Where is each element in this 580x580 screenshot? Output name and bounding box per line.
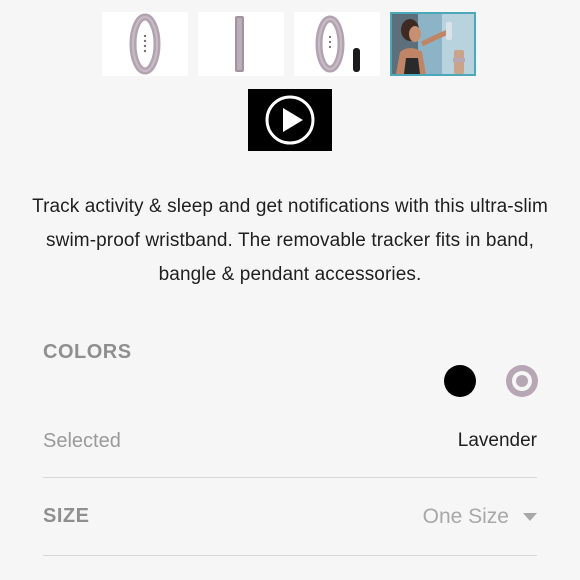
chevron-down-icon <box>523 513 537 521</box>
band-front-image <box>129 13 161 75</box>
band-with-tracker-thumbnail[interactable] <box>294 12 380 76</box>
size-heading: SIZE <box>43 505 90 527</box>
play-video-button[interactable] <box>248 89 332 151</box>
play-icon <box>265 95 315 145</box>
colors-heading: COLORS <box>43 341 132 363</box>
color-swatch-black[interactable] <box>444 365 476 397</box>
size-dropdown-value: One Size <box>422 505 509 528</box>
product-details-page: Track activity & sleep and get notificat… <box>0 0 580 580</box>
color-swatch-lavender[interactable] <box>506 365 538 397</box>
thumbnail-gallery <box>102 12 476 76</box>
band-with-tracker-image <box>315 15 360 73</box>
product-description: Track activity & sleep and get notificat… <box>32 196 548 285</box>
divider <box>43 477 537 478</box>
lifestyle-photo-image <box>392 14 474 74</box>
band-side-image <box>235 16 244 72</box>
band-side-thumbnail[interactable] <box>198 12 284 76</box>
band-front-thumbnail[interactable] <box>102 12 188 76</box>
divider <box>43 555 537 556</box>
selected-color-label: Selected <box>43 430 121 452</box>
selected-color-value: Lavender <box>457 430 537 451</box>
lifestyle-photo-thumbnail[interactable] <box>390 12 476 76</box>
size-dropdown[interactable]: One Size <box>423 503 537 531</box>
